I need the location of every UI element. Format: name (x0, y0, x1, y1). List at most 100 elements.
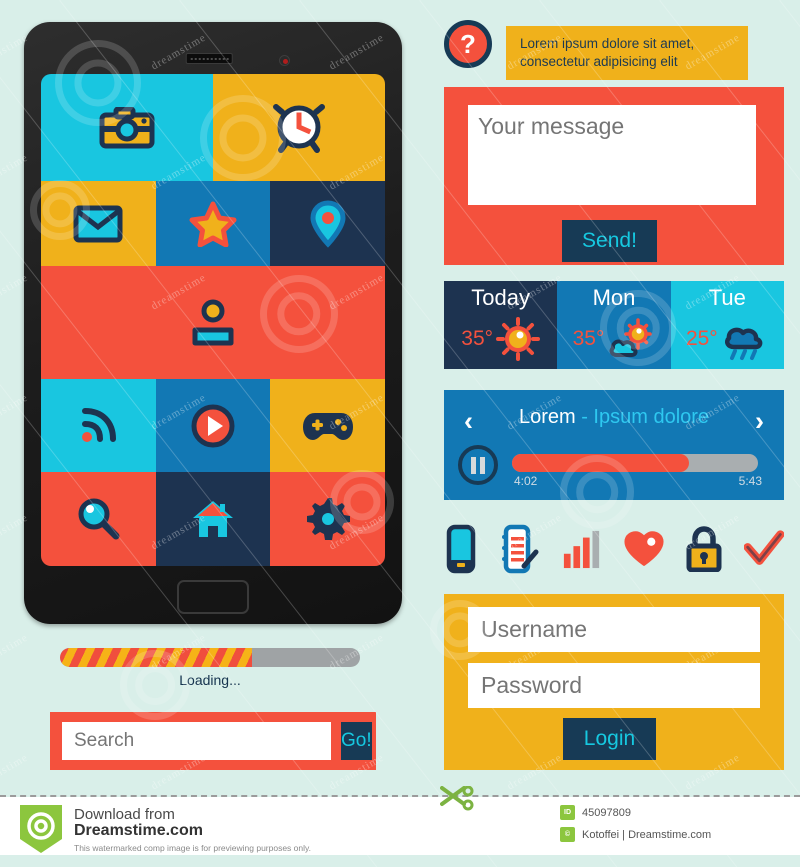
weather-day-label: Today (471, 285, 531, 310)
lock-icon (686, 526, 722, 572)
login-widget: Login (444, 594, 784, 770)
author-value: Kotoffei | Dreamstime.com (582, 828, 712, 841)
time-total: 5:43 (738, 474, 762, 488)
weather-widget: Today 35° Mon 35° Tue 25° (444, 281, 784, 369)
tablet-screen (41, 74, 385, 566)
help-question-icon[interactable]: ? (444, 20, 492, 68)
tile-play[interactable] (155, 379, 271, 472)
icon-cell-heart[interactable] (624, 521, 664, 577)
rain-cloud-icon (724, 327, 763, 360)
heart-icon (624, 531, 664, 566)
player-title: Lorem - Ipsum dolore (444, 406, 784, 429)
download-from-label: Download from (74, 806, 175, 823)
icon-cell-notepad[interactable] (500, 521, 540, 577)
ui-kit-canvas: Loading... Go! ? Lorem ipsum dolore sit … (0, 0, 800, 795)
seek-bar[interactable] (512, 454, 758, 472)
password-field[interactable] (468, 663, 760, 708)
tile-row (41, 379, 385, 472)
progress-bar-fill (60, 648, 252, 667)
tooltip-row: ? Lorem ipsum dolore sit amet, consectet… (444, 20, 748, 81)
gear-icon (306, 498, 350, 540)
star-icon (189, 201, 237, 247)
icon-cell-check[interactable] (744, 521, 784, 577)
sun-icon (496, 317, 541, 361)
icon-row (444, 518, 784, 580)
go-button[interactable]: Go! (341, 722, 372, 760)
media-player-widget: ‹ Lorem - Ipsum dolore › 4:02 5:43 (444, 390, 784, 500)
weather-day-tue[interactable]: Tue 25° (670, 281, 784, 369)
tile-games[interactable] (270, 379, 385, 472)
notepad-pencil-icon (502, 524, 539, 574)
tile-home[interactable] (155, 472, 271, 566)
watermark-note: This watermarked comp image is for previ… (74, 843, 311, 853)
dreamstime-domain: Dreamstime.com (74, 822, 203, 839)
tile-search[interactable] (41, 472, 156, 566)
alarm-clock-icon (273, 103, 325, 153)
tile-settings[interactable] (270, 472, 385, 566)
scissors-icon (440, 785, 474, 817)
rss-icon (82, 407, 117, 442)
home-button[interactable] (177, 580, 249, 614)
message-textarea[interactable] (468, 105, 756, 205)
signal-bars-icon (563, 530, 600, 569)
location-pin-icon (310, 199, 346, 248)
icon-cell-mobile[interactable] (444, 521, 478, 577)
weather-temp: 35° (461, 327, 494, 350)
next-track-button[interactable]: › (755, 408, 764, 435)
footer-meta: ID 45097809 © Kotoffei | Dreamstime.com (560, 805, 790, 849)
image-id-line: ID 45097809 (560, 805, 790, 820)
weather-day-body: 25° (671, 317, 784, 361)
player-title-secondary: - Ipsum dolore (575, 406, 710, 428)
tooltip-text: Lorem ipsum dolore sit amet, consectetur… (506, 26, 748, 81)
tile-row (41, 266, 385, 379)
front-camera-icon (279, 55, 290, 66)
tile-alarm-clock[interactable] (213, 74, 385, 181)
loading-block: Loading... (60, 648, 360, 688)
speaker-grille-icon (185, 53, 233, 64)
search-input[interactable] (62, 722, 331, 760)
envelope-icon (73, 205, 123, 242)
weather-temp: 35° (572, 327, 605, 350)
tile-mail[interactable] (41, 181, 156, 266)
sun-cloud-icon (610, 318, 653, 357)
login-button[interactable]: Login (563, 718, 656, 760)
tile-rss[interactable] (41, 379, 156, 472)
image-id-value: 45097809 (582, 806, 631, 819)
weather-day-label: Tue (708, 285, 746, 310)
send-button[interactable]: Send! (562, 220, 657, 262)
footer-bar: Download from Dreamstime.com This waterm… (0, 797, 800, 855)
tile-row (41, 472, 385, 566)
play-icon (191, 404, 235, 447)
camera-icon (99, 106, 155, 148)
gamepad-icon (302, 412, 353, 440)
icon-cell-signal[interactable] (562, 521, 602, 577)
home-icon (193, 501, 233, 537)
weather-day-body: 35° (444, 317, 557, 361)
loading-label: Loading... (179, 672, 241, 688)
tile-row (41, 74, 385, 181)
mobile-phone-icon (446, 524, 476, 574)
username-field[interactable] (468, 607, 760, 652)
author-line: © Kotoffei | Dreamstime.com (560, 827, 790, 842)
tile-row (41, 181, 385, 266)
checkmark-icon (744, 530, 784, 565)
search-widget: Go! (50, 712, 376, 770)
weather-temp: 25° (685, 327, 718, 350)
magnifier-icon (78, 498, 120, 540)
tile-location[interactable] (270, 181, 385, 266)
weather-day-mon[interactable]: Mon 35° (557, 281, 671, 369)
user-icon (192, 299, 234, 345)
pause-button[interactable] (458, 445, 498, 485)
copyright-chip: © (560, 827, 575, 842)
tile-favorite[interactable] (155, 181, 271, 266)
icon-cell-lock[interactable] (686, 521, 722, 577)
tile-camera[interactable] (41, 74, 213, 181)
weather-day-label: Mon (592, 285, 636, 310)
player-title-primary: Lorem (518, 406, 576, 428)
tile-user[interactable] (41, 266, 385, 379)
id-chip: ID (560, 805, 575, 820)
dreamstime-logo-icon (20, 805, 62, 853)
weather-day-today[interactable]: Today 35° (444, 281, 558, 369)
time-current: 4:02 (514, 474, 538, 488)
seek-bar-fill (512, 454, 690, 472)
